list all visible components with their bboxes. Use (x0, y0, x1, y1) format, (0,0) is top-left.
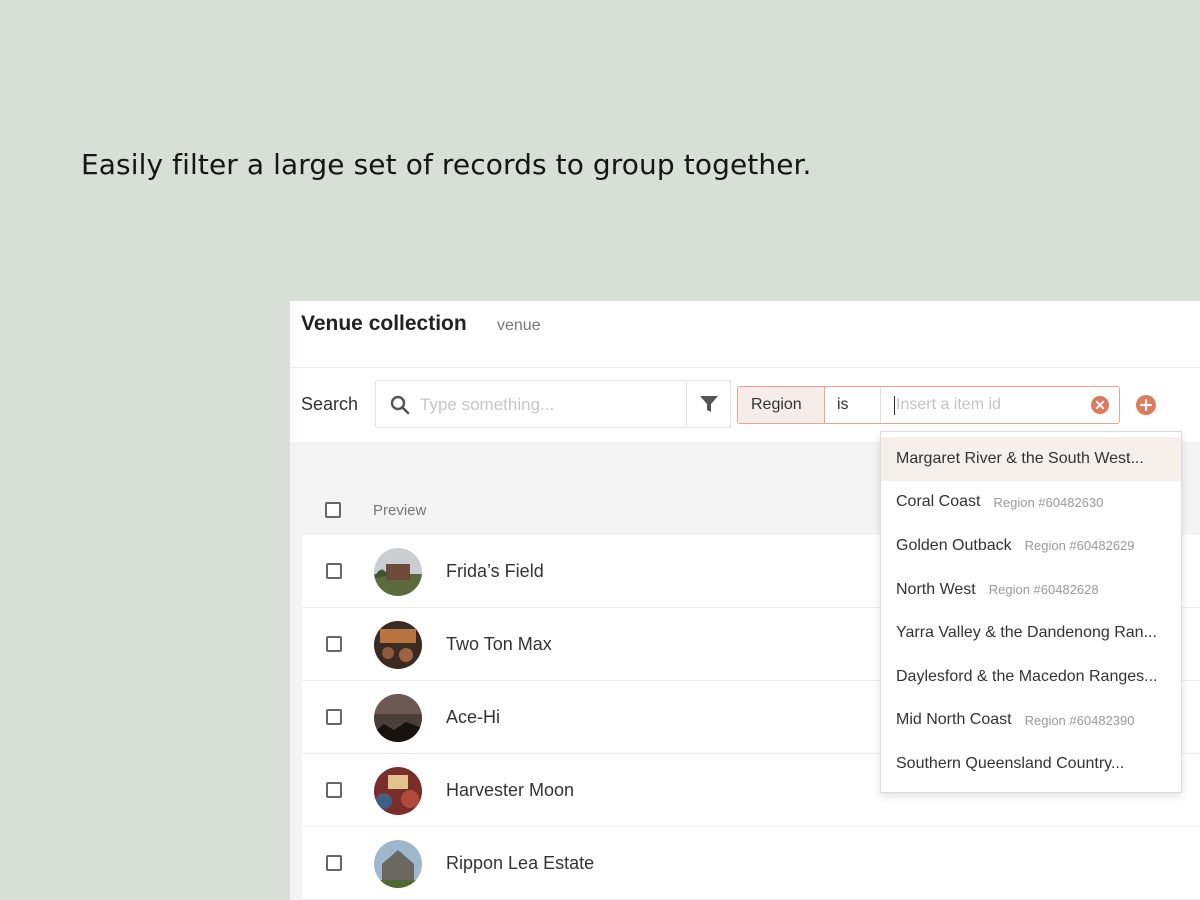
add-filter-icon[interactable] (1135, 394, 1157, 416)
venue-thumbnail (374, 694, 422, 742)
venue-thumbnail (374, 767, 422, 815)
panel-subtitle: venue (497, 317, 541, 334)
option-meta: Region #60482629 (1024, 538, 1135, 554)
row-checkbox[interactable] (326, 636, 342, 652)
row-name: Rippon Lea Estate (446, 853, 595, 873)
panel-header: Venue collection venue (290, 301, 1200, 368)
row-checkbox[interactable] (326, 709, 342, 725)
option-label: Coral Coast (896, 493, 981, 511)
clear-icon[interactable] (1091, 396, 1109, 414)
search-icon (390, 395, 410, 415)
row-name: Harvester Moon (446, 780, 575, 800)
dropdown-option[interactable]: Yarra Valley & the Dandenong Ran... (881, 611, 1181, 655)
row-checkbox[interactable] (326, 855, 342, 871)
filter-button[interactable] (687, 380, 731, 428)
headline: Easily filter a large set of records to … (81, 148, 812, 181)
option-meta: Region #60482630 (993, 494, 1104, 510)
filter-value-placeholder: Insert a item id (896, 396, 1001, 413)
option-label: Golden Outback (896, 536, 1012, 554)
search-input[interactable]: Type something... (375, 380, 687, 428)
option-label: Margaret River & the South West... (896, 449, 1144, 467)
funnel-icon (699, 396, 718, 412)
dropdown-option[interactable]: Margaret River & the South West... (881, 437, 1181, 481)
panel-title: Venue collection (301, 312, 467, 335)
column-preview-label: Preview (373, 502, 427, 519)
option-label: Yarra Valley & the Dandenong Ran... (896, 624, 1157, 642)
table-row[interactable]: Rippon Lea Estate (302, 827, 1200, 900)
option-meta: Region #60482390 (1024, 712, 1135, 728)
dropdown-option[interactable]: North West Region #60482628 (881, 568, 1181, 612)
option-label: North West (896, 580, 976, 598)
filter-value-input[interactable]: Insert a item id (881, 387, 1119, 423)
filter-condition: Region is Insert a item id (737, 386, 1120, 424)
row-checkbox[interactable] (326, 563, 342, 579)
search-label: Search (301, 394, 359, 414)
filter-field-select[interactable]: Region (738, 387, 825, 423)
region-dropdown: Margaret River & the South West... Coral… (880, 431, 1182, 793)
select-all-checkbox[interactable] (325, 502, 341, 518)
row-checkbox[interactable] (326, 782, 342, 798)
option-meta: Region #60482628 (988, 582, 1099, 598)
dropdown-option[interactable]: Daylesford & the Macedon Ranges... (881, 655, 1181, 699)
row-name: Ace-Hi (446, 707, 501, 727)
row-name: Frida’s Field (446, 561, 544, 581)
dropdown-option[interactable]: Coral Coast Region #60482630 (881, 481, 1181, 525)
venue-thumbnail (374, 840, 422, 888)
search-placeholder: Type something... (420, 395, 555, 414)
venue-thumbnail (374, 548, 422, 596)
option-label: Southern Queensland Country... (896, 754, 1125, 772)
option-label: Daylesford & the Macedon Ranges... (896, 667, 1158, 685)
dropdown-option[interactable]: Southern Queensland Country... (881, 742, 1181, 786)
filter-operator-select[interactable]: is (825, 387, 881, 423)
option-label: Mid North Coast (896, 711, 1012, 729)
venue-thumbnail (374, 621, 422, 669)
row-name: Two Ton Max (446, 634, 552, 654)
dropdown-option[interactable]: Golden Outback Region #60482629 (881, 524, 1181, 568)
dropdown-option[interactable]: Mid North Coast Region #60482390 (881, 699, 1181, 743)
text-caret (894, 395, 895, 415)
